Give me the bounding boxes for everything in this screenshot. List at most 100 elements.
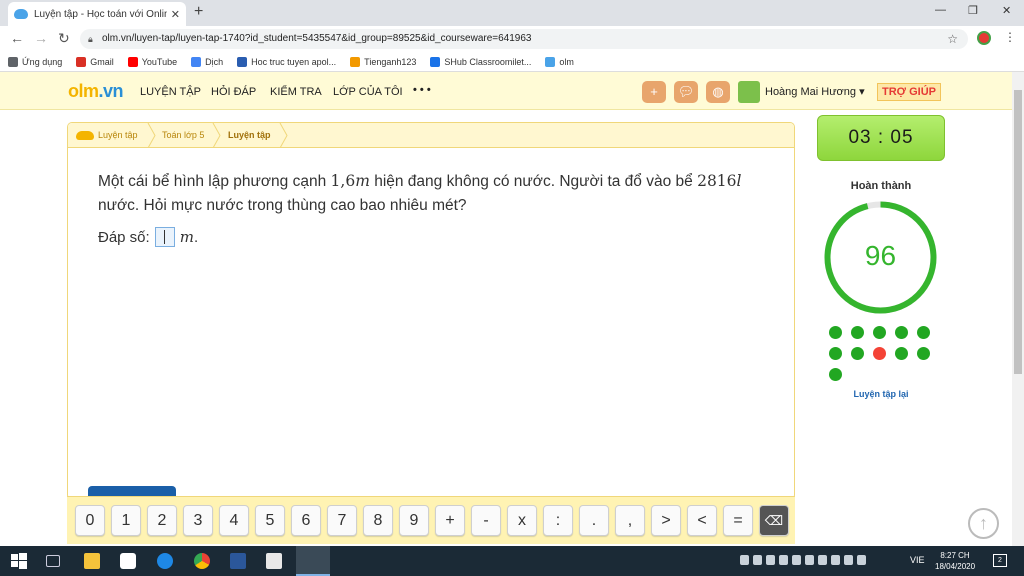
answer-input[interactable] [154, 227, 175, 247]
keypad-key[interactable]: x [507, 505, 537, 536]
reload-icon[interactable]: ↻ [58, 30, 70, 47]
restore-icon[interactable]: ❐ [968, 4, 978, 17]
browser-menu-icon[interactable]: ⋮ [1004, 30, 1016, 44]
result-dot-wrong[interactable] [873, 347, 886, 360]
store-icon[interactable] [266, 553, 282, 569]
tray-icon[interactable] [818, 555, 827, 565]
tray-icon[interactable] [753, 555, 762, 565]
add-friend-icon[interactable]: + [642, 81, 666, 103]
chat-icon[interactable]: 💬︎ [674, 81, 698, 103]
bookmark-item[interactable]: YouTube [127, 56, 177, 67]
gmail-icon [76, 56, 87, 67]
keypad-key[interactable]: 2 [147, 505, 177, 536]
result-dot-correct[interactable] [829, 326, 842, 339]
close-window-icon[interactable]: ✕ [1002, 4, 1011, 17]
olm-logo[interactable]: olm.vn [68, 81, 124, 102]
camera-icon[interactable] [120, 553, 136, 569]
new-tab-button[interactable]: + [194, 3, 203, 21]
bookmark-item[interactable]: Ứng dụng [8, 56, 62, 67]
bookmark-item[interactable]: Hoc truc tuyen apol... [237, 56, 336, 67]
bookmark-item[interactable]: SHub Classroomilet... [430, 56, 531, 67]
tray-icon[interactable] [740, 555, 749, 565]
exercise-card: Luyện tập Toán lớp 5 Luyện tập Một cái b… [67, 122, 795, 500]
edge-browser-icon[interactable] [157, 553, 173, 569]
back-arrow-icon[interactable]: ← [10, 30, 24, 46]
result-dot-correct[interactable] [851, 347, 864, 360]
keypad-key[interactable]: - [471, 505, 501, 536]
keypad-key[interactable]: + [435, 505, 465, 536]
breadcrumb-separator-icon [147, 123, 156, 148]
result-dot-correct[interactable] [895, 326, 908, 339]
chrome-icon[interactable] [194, 553, 210, 569]
keypad-key[interactable]: : [543, 505, 573, 536]
keypad-key[interactable]: 8 [363, 505, 393, 536]
keypad-key[interactable]: < [687, 505, 717, 536]
file-explorer-icon[interactable] [84, 553, 100, 569]
keypad-key[interactable]: 3 [183, 505, 213, 536]
close-tab-icon[interactable]: ✕ [171, 8, 180, 21]
clock[interactable]: 8:27 CH 18/04/2020 [935, 550, 975, 572]
browser-tab[interactable]: Luyện tập - Học toán với OnlineM ✕ [8, 2, 186, 26]
user-name-dropdown[interactable]: Hoàng Mai Hương ▾ [765, 85, 865, 98]
language-indicator[interactable]: VIE [910, 555, 925, 565]
keyboard-icon[interactable] [857, 555, 866, 565]
word-icon[interactable] [230, 553, 246, 569]
menu-kiem-tra[interactable]: KIỂM TRA [270, 86, 322, 98]
breadcrumb-luyen-tap[interactable]: Luyện tập [98, 130, 138, 140]
tray-icon[interactable] [779, 555, 788, 565]
menu-lop-cua-toi[interactable]: LỚP CỦA TÔI [333, 86, 403, 98]
keypad-key[interactable]: 7 [327, 505, 357, 536]
retry-link[interactable]: Luyện tập lại [817, 389, 945, 399]
bookmark-item[interactable]: Dịch [191, 56, 223, 67]
url-input[interactable]: 🔒︎ olm.vn/luyen-tap/luyen-tap-1740?id_st… [80, 29, 968, 49]
volume-icon[interactable] [831, 555, 840, 565]
keypad-key[interactable]: . [579, 505, 609, 536]
result-dot-correct[interactable] [917, 326, 930, 339]
help-button[interactable]: TRỢ GIÚP [877, 83, 941, 101]
chrome-active-icon[interactable] [296, 546, 330, 576]
menu-more-icon[interactable]: • • • [413, 84, 431, 96]
scroll-to-top-icon[interactable]: ↑ [968, 508, 999, 539]
profile-avatar-icon[interactable] [977, 31, 991, 45]
notifications-icon[interactable]: 2 [993, 554, 1007, 567]
menu-luyen-tap[interactable]: LUYỆN TẬP [140, 86, 201, 98]
keypad-key[interactable]: , [615, 505, 645, 536]
forward-arrow-icon[interactable]: → [34, 30, 48, 46]
tray-icon[interactable] [766, 555, 775, 565]
keypad-key[interactable]: 4 [219, 505, 249, 536]
scrollbar-thumb[interactable] [1014, 90, 1022, 374]
keypad-key[interactable]: 6 [291, 505, 321, 536]
keypad-key[interactable]: 5 [255, 505, 285, 536]
bookmark-item[interactable]: olm [545, 56, 574, 67]
breadcrumb-separator-icon [279, 123, 288, 148]
bookmark-item[interactable]: Gmail [76, 56, 114, 67]
keypad-key[interactable]: 9 [399, 505, 429, 536]
keypad-key[interactable]: 1 [111, 505, 141, 536]
translate-icon [191, 56, 202, 67]
tienganh-icon [350, 56, 361, 67]
bookmark-star-icon[interactable]: ☆ [947, 29, 958, 49]
keypad-key[interactable]: > [651, 505, 681, 536]
keypad-key[interactable]: = [723, 505, 753, 536]
breadcrumb-toan-lop-5[interactable]: Toán lớp 5 [162, 130, 204, 140]
tray-icon[interactable] [805, 555, 814, 565]
result-dot-correct[interactable] [829, 347, 842, 360]
globe-icon[interactable]: ◍ [706, 81, 730, 103]
minimize-icon[interactable]: — [935, 4, 946, 16]
result-dot-correct[interactable] [851, 326, 864, 339]
keypad-key[interactable]: 0 [75, 505, 105, 536]
bookmark-item[interactable]: Tienganh123 [350, 56, 416, 67]
tray-icon[interactable] [792, 555, 801, 565]
bookmarks-bar: Ứng dụng Gmail YouTube Dịch Hoc truc tuyen a… [0, 52, 1024, 72]
task-view-icon[interactable] [46, 555, 60, 567]
menu-hoi-dap[interactable]: HỎI ĐÁP [211, 86, 256, 98]
result-dot-correct[interactable] [873, 326, 886, 339]
result-dot-correct[interactable] [917, 347, 930, 360]
backspace-key[interactable]: ⌫ [759, 505, 789, 536]
result-dot-correct[interactable] [895, 347, 908, 360]
windows-start-icon[interactable] [11, 553, 27, 569]
page-scrollbar[interactable] [1012, 72, 1024, 546]
user-avatar[interactable] [738, 81, 760, 103]
result-dot-correct[interactable] [829, 368, 842, 381]
wifi-icon[interactable] [844, 555, 853, 565]
